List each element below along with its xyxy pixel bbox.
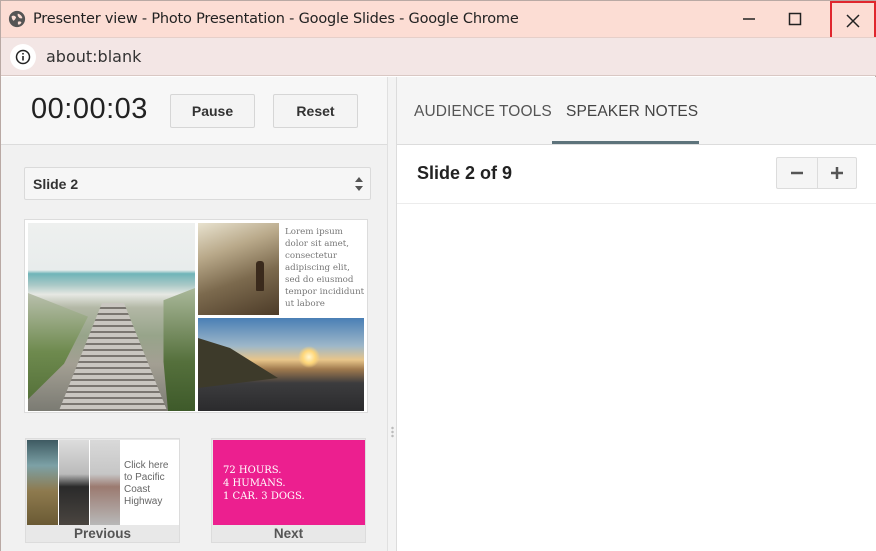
url-text[interactable]: about:blank: [46, 47, 141, 66]
next-slide-line-3: 1 CAR. 3 DOGS.: [223, 491, 305, 502]
window-title: Presenter view - Photo Presentation - Go…: [33, 11, 519, 27]
speaker-notes-content: [397, 205, 876, 551]
pause-button[interactable]: Pause: [170, 94, 255, 128]
beach-boardwalk-photo: [28, 223, 195, 411]
info-icon: [15, 49, 31, 64]
close-button[interactable]: [830, 1, 876, 41]
site-info-button[interactable]: [10, 43, 36, 70]
maximize-button[interactable]: [772, 1, 818, 37]
previous-label[interactable]: Previous: [26, 525, 179, 543]
road-sunset-photo: [198, 318, 364, 411]
plus-icon: [830, 167, 843, 179]
slide-select[interactable]: Slide 2: [24, 167, 371, 200]
slide-select-value: Slide 2: [33, 175, 79, 192]
presenter-right-panel: AUDIENCE TOOLS SPEAKER NOTES Slide 2 of …: [397, 77, 876, 551]
tab-speaker-notes[interactable]: SPEAKER NOTES: [566, 103, 698, 121]
tab-bar: AUDIENCE TOOLS SPEAKER NOTES: [397, 77, 876, 145]
next-slide-line-1: 72 HOURS.: [223, 465, 282, 476]
timer-bar: 00:00:03 Pause Reset: [1, 77, 387, 145]
increase-font-button[interactable]: [816, 158, 857, 188]
next-slide-image: 72 HOURS. 4 HUMANS. 1 CAR. 3 DOGS.: [213, 440, 365, 525]
close-icon: [846, 14, 860, 28]
decrease-font-button[interactable]: [777, 158, 817, 188]
notes-font-size-controls: [776, 157, 857, 189]
address-bar: about:blank: [1, 37, 876, 76]
next-slide-thumbnail[interactable]: 72 HOURS. 4 HUMANS. 1 CAR. 3 DOGS. Next: [211, 438, 366, 543]
presenter-left-panel: 00:00:03 Pause Reset Slide 2 Lorem ipsum…: [1, 77, 387, 551]
next-slide-line-2: 4 HUMANS.: [223, 478, 286, 489]
hiker-photo: [198, 223, 279, 315]
minus-icon: [790, 171, 803, 175]
previous-slide-thumbnail[interactable]: Click here to Pacific Coast Highway Prev…: [25, 438, 180, 543]
slide-position: Slide 2 of 9: [417, 163, 513, 183]
minimize-icon: [743, 18, 755, 20]
maximize-icon: [788, 12, 802, 26]
tab-audience-tools[interactable]: AUDIENCE TOOLS: [414, 103, 552, 121]
select-arrows-icon: [355, 177, 363, 191]
title-bar: Presenter view - Photo Presentation - Go…: [1, 1, 876, 41]
previous-slide-caption: Click here to Pacific Coast Highway: [124, 460, 169, 507]
elapsed-timer: 00:00:03: [31, 93, 148, 125]
next-label[interactable]: Next: [212, 525, 365, 543]
drag-grip-icon: [391, 426, 394, 438]
panel-resize-handle[interactable]: [387, 77, 397, 551]
notes-header: Slide 2 of 9: [397, 145, 876, 204]
active-tab-indicator: [552, 141, 699, 144]
globe-icon: [8, 10, 26, 28]
minimize-button[interactable]: [726, 1, 772, 37]
browser-window: Presenter view - Photo Presentation - Go…: [0, 0, 876, 551]
slide-body-text: Lorem ipsum dolor sit amet, consectetur …: [285, 227, 365, 309]
current-slide-preview: Lorem ipsum dolor sit amet, consectetur …: [24, 219, 368, 413]
reset-button[interactable]: Reset: [273, 94, 358, 128]
previous-slide-image: Click here to Pacific Coast Highway: [27, 440, 179, 525]
